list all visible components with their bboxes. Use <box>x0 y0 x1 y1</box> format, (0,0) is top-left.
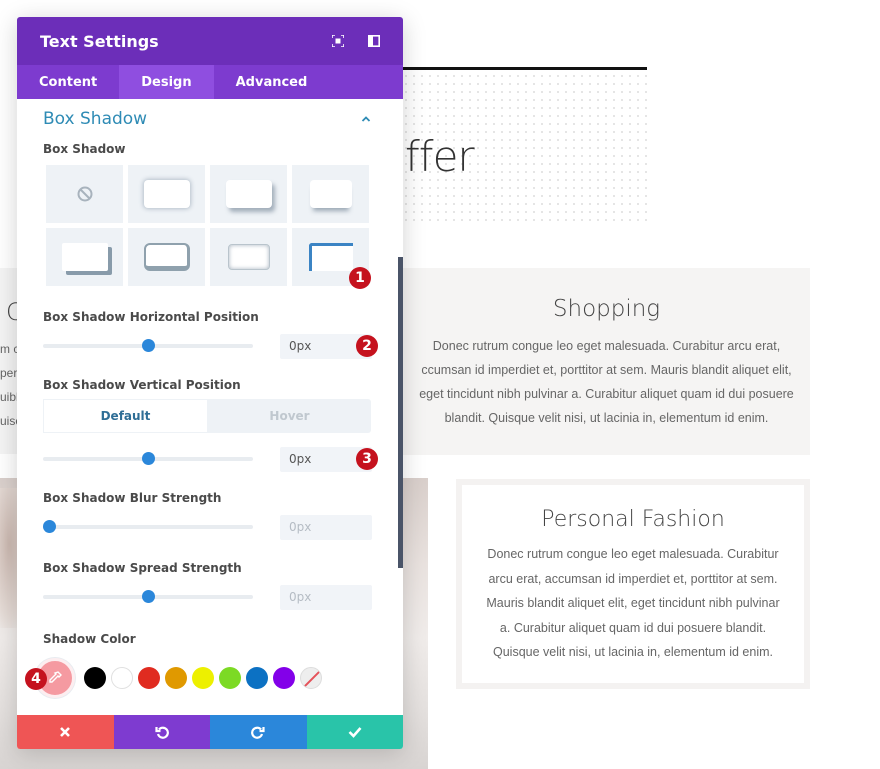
panel-body: Box Shadow Box Shadow 1 Box Shadow Horiz… <box>17 99 403 715</box>
focus-icon[interactable] <box>331 34 345 48</box>
shadow-preview <box>309 180 352 208</box>
tab-design[interactable]: Design <box>119 65 214 99</box>
chevron-up-icon[interactable] <box>361 114 371 124</box>
slider-thumb[interactable] <box>141 339 155 352</box>
panel-header[interactable]: Text Settings <box>17 17 403 65</box>
swatch-white[interactable] <box>111 667 133 689</box>
preset-bottom-right-soft[interactable] <box>210 165 287 223</box>
tab-bar: Content Design Advanced <box>17 65 403 99</box>
vertical-position-control: 0px 3 <box>43 446 378 472</box>
horizontal-position-label: Box Shadow Horizontal Position <box>43 310 259 324</box>
spread-strength-input[interactable]: 0px <box>280 584 372 610</box>
preset-top-left-accent[interactable]: 1 <box>292 228 371 289</box>
preset-bottom-soft[interactable] <box>292 165 369 223</box>
page-heading-fragment: ffer <box>405 132 475 181</box>
blur-strength-label: Box Shadow Blur Strength <box>43 491 222 505</box>
sidebar-layout-icon[interactable] <box>367 34 381 48</box>
shopping-card-body: Donec rutrum congue leo eget malesuada. … <box>403 334 810 430</box>
step-badge-4: 4 <box>25 668 47 690</box>
panel-footer <box>17 715 403 749</box>
heading-divider <box>402 67 647 70</box>
shadow-preview <box>61 243 108 271</box>
card-line: Donec rutrum congue leo eget malesuada. … <box>487 547 779 561</box>
hover-toggle-button[interactable]: Hover <box>208 399 371 433</box>
step-badge-3: 3 <box>356 448 378 470</box>
step-badge-2: 2 <box>356 335 378 357</box>
swatch-orange[interactable] <box>165 667 187 689</box>
preset-inset[interactable] <box>210 228 287 286</box>
vertical-position-slider[interactable] <box>43 452 253 465</box>
swatch-yellow[interactable] <box>192 667 214 689</box>
card-line: a. Curabitur aliquet quam id dui posuere… <box>499 620 767 635</box>
shadow-preview <box>143 243 190 271</box>
shopping-card-title: Shopping <box>552 296 661 322</box>
spread-strength-label: Box Shadow Spread Strength <box>43 561 242 575</box>
shadow-preview <box>308 243 353 271</box>
preset-none[interactable] <box>46 165 123 223</box>
no-shadow-icon <box>77 186 92 202</box>
redo-icon <box>251 726 265 739</box>
swatch-red[interactable] <box>138 667 160 689</box>
blur-strength-input[interactable]: 0px <box>280 514 372 540</box>
swatch-blue[interactable] <box>246 667 268 689</box>
fashion-card-title: Personal Fashion <box>541 507 725 532</box>
shadow-color-label: Shadow Color <box>43 632 136 646</box>
section-title: Box Shadow <box>43 109 148 129</box>
default-toggle-button[interactable]: Default <box>43 399 208 433</box>
tab-advanced[interactable]: Advanced <box>214 65 330 99</box>
preset-outline-soft[interactable] <box>128 165 205 223</box>
fashion-card-body: Donec rutrum congue leo eget malesuada. … <box>462 542 804 665</box>
checkmark-icon <box>348 727 362 738</box>
blur-strength-control: 0px <box>43 514 377 540</box>
card-line: Donec rutrum congue leo eget malesuada. … <box>432 339 781 353</box>
blur-strength-slider[interactable] <box>43 520 253 533</box>
slider-thumb[interactable] <box>141 590 155 603</box>
card-line: Quisque velit nisi, ut lacinia in, eleme… <box>493 645 773 659</box>
undo-button[interactable] <box>113 715 210 749</box>
horizontal-position-control: 0px 2 <box>43 333 378 359</box>
cancel-button[interactable] <box>17 715 114 749</box>
box-shadow-label: Box Shadow <box>43 142 126 156</box>
redo-button[interactable] <box>210 715 307 749</box>
card-line: blandit. Quisque velit nisi, ut lacinia … <box>444 411 769 425</box>
panel-title: Text Settings <box>40 31 159 51</box>
close-icon <box>60 727 71 737</box>
save-button[interactable] <box>306 715 403 749</box>
card-line: arcu erat, accumsan id imperdiet et, por… <box>488 571 778 586</box>
shadow-preview <box>227 244 270 270</box>
swatch-green[interactable] <box>219 667 241 689</box>
preset-bottom-right-hard[interactable] <box>46 228 123 286</box>
spread-strength-slider[interactable] <box>43 590 253 603</box>
panel-scrollbar[interactable] <box>398 257 403 568</box>
step-badge-1: 1 <box>349 267 371 289</box>
swatch-clear[interactable] <box>300 667 322 689</box>
box-shadow-presets: 1 <box>46 165 377 289</box>
preset-border-hard[interactable] <box>128 228 205 286</box>
swatch-purple[interactable] <box>273 667 295 689</box>
spread-strength-control: 0px <box>43 584 377 610</box>
card-line: eget tincidunt nibh pulvinar a. Curabitu… <box>419 387 794 401</box>
fashion-card: Personal Fashion Donec rutrum congue leo… <box>456 479 810 689</box>
vertical-position-label: Box Shadow Vertical Position <box>43 378 241 392</box>
left-card-line: per <box>0 366 18 380</box>
card-line: Mauris blandit aliquet elit, eget tincid… <box>486 596 780 610</box>
shadow-preview <box>225 180 272 208</box>
card-line: ccumsan id imperdiet et, porttitor at se… <box>421 363 792 377</box>
color-swatches: 4 <box>25 658 377 698</box>
slider-thumb[interactable] <box>43 520 56 533</box>
shadow-preview <box>143 180 190 208</box>
undo-icon <box>155 726 169 739</box>
text-settings-panel: Text Settings Content Design Advanced Bo… <box>17 17 403 749</box>
default-hover-toggle: Default Hover <box>43 399 371 433</box>
horizontal-position-slider[interactable] <box>43 339 253 352</box>
box-shadow-section-toggle[interactable]: Box Shadow <box>43 99 377 139</box>
slider-thumb[interactable] <box>141 452 155 465</box>
tab-content[interactable]: Content <box>17 65 119 99</box>
shopping-card: Shopping Donec rutrum congue leo eget ma… <box>403 268 810 455</box>
eyedropper-icon <box>49 671 62 683</box>
swatch-black[interactable] <box>84 667 106 689</box>
